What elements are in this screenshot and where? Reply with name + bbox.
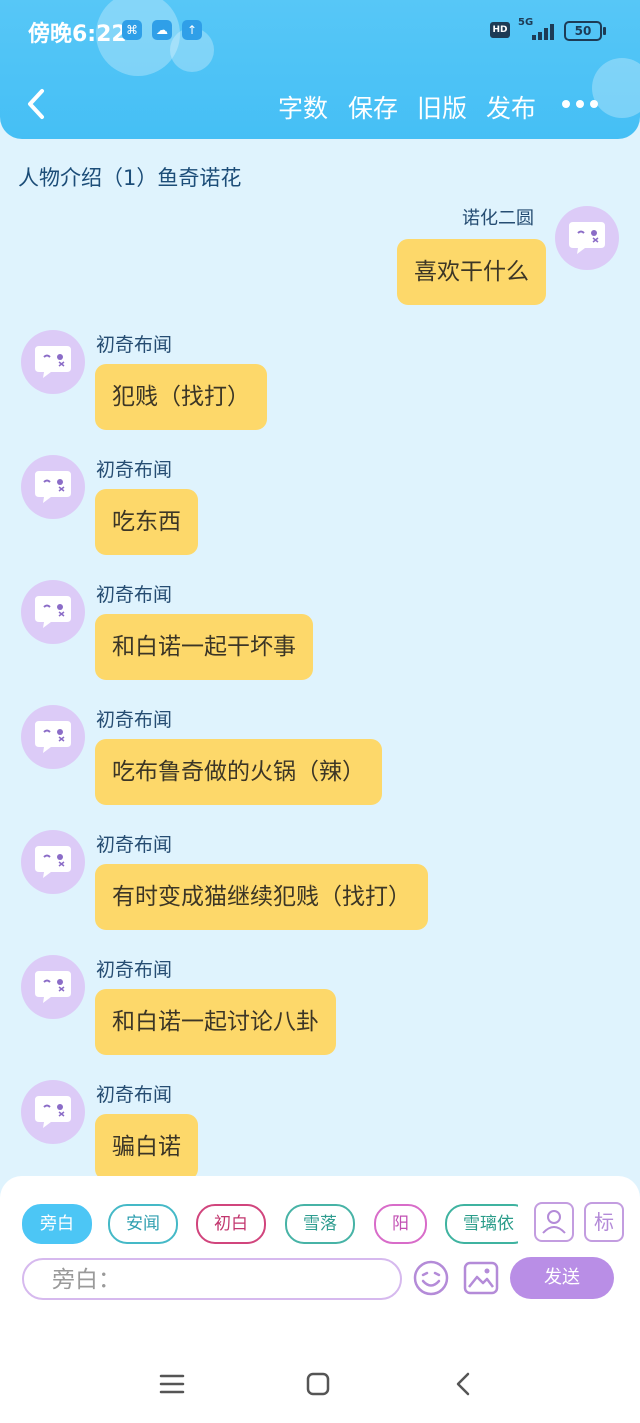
character-chip-row[interactable]: 旁白 安闻 初白 雪落 阳 雪璃依 (0, 1176, 518, 1256)
app-header: 傍晚6:22 ⌘ ☁ ↑ HD 5G 50 字数 保存 旧版 发布 (0, 0, 640, 139)
signal-app-icon: ⌘ (122, 20, 142, 40)
chat-face-icon (35, 1096, 71, 1128)
system-navigation-bar (0, 1348, 640, 1423)
composer-panel: 旁白 安闻 初白 雪落 阳 雪璃依 标 发送 (0, 1176, 640, 1348)
upload-icon: ↑ (182, 20, 202, 40)
avatar[interactable] (555, 206, 619, 270)
sender-name: 初奇布闻 (96, 709, 173, 731)
more-dots-icon[interactable] (562, 100, 598, 110)
old-version-button[interactable]: 旧版 (417, 89, 467, 125)
back-icon[interactable] (448, 1368, 480, 1400)
chat-face-icon (35, 471, 71, 503)
back-button[interactable] (22, 84, 52, 124)
message-bubble[interactable]: 骗白诺 (95, 1114, 198, 1180)
avatar[interactable] (21, 330, 85, 394)
emoji-icon[interactable] (412, 1259, 450, 1297)
back-chevron-icon (28, 89, 44, 119)
character-chip-active[interactable]: 旁白 (22, 1204, 92, 1244)
person-card-icon[interactable] (534, 1202, 574, 1242)
chat-face-icon (35, 971, 71, 1003)
decor-bubble (592, 58, 640, 118)
character-chip[interactable]: 雪璃依 (445, 1204, 518, 1244)
avatar[interactable] (21, 580, 85, 644)
page-title: 人物介绍（1）鱼奇诺花 (18, 166, 242, 190)
message-bubble[interactable]: 有时变成猫继续犯贱（找打） (95, 864, 428, 930)
avatar[interactable] (21, 955, 85, 1019)
image-icon[interactable] (462, 1259, 500, 1297)
avatar[interactable] (21, 455, 85, 519)
character-chip[interactable]: 阳 (374, 1204, 427, 1244)
character-chip[interactable]: 雪落 (285, 1204, 355, 1244)
character-chip[interactable]: 安闻 (108, 1204, 178, 1244)
sender-name: 初奇布闻 (96, 459, 173, 481)
menu-icon[interactable] (156, 1368, 188, 1400)
save-button[interactable]: 保存 (348, 89, 398, 125)
sender-name: 初奇布闻 (96, 834, 173, 856)
home-square-icon[interactable] (302, 1368, 334, 1400)
message-bubble[interactable]: 喜欢干什么 (397, 239, 546, 305)
avatar[interactable] (21, 705, 85, 769)
cloud-icon: ☁ (152, 20, 172, 40)
message-bubble[interactable]: 吃东西 (95, 489, 198, 555)
sender-name: 初奇布闻 (96, 334, 173, 356)
message-bubble[interactable]: 吃布鲁奇做的火锅（辣） (95, 739, 382, 805)
sender-name: 初奇布闻 (96, 959, 173, 981)
chat-face-icon (35, 346, 71, 378)
message-bubble[interactable]: 和白诺一起干坏事 (95, 614, 313, 680)
sender-name: 诺化二圆 (462, 208, 534, 229)
send-button[interactable]: 发送 (510, 1257, 614, 1299)
chat-face-icon (35, 596, 71, 628)
message-bubble[interactable]: 犯贱（找打） (95, 364, 267, 430)
chat-face-icon (35, 721, 71, 753)
publish-button[interactable]: 发布 (486, 89, 536, 125)
sender-name: 初奇布闻 (96, 1084, 173, 1106)
hd-badge: HD (490, 22, 510, 38)
tag-button[interactable]: 标 (584, 1202, 624, 1242)
message-input-wrapper (22, 1258, 402, 1300)
character-chip[interactable]: 初白 (196, 1204, 266, 1244)
avatar[interactable] (21, 830, 85, 894)
battery-icon: 50 (564, 21, 606, 41)
chat-face-icon (569, 222, 605, 254)
word-count-button[interactable]: 字数 (278, 89, 328, 125)
signal-strength-icon (528, 22, 556, 40)
message-input[interactable] (50, 1260, 394, 1300)
sender-name: 初奇布闻 (96, 584, 173, 606)
avatar[interactable] (21, 1080, 85, 1144)
chat-face-icon (35, 846, 71, 878)
message-bubble[interactable]: 和白诺一起讨论八卦 (95, 989, 336, 1055)
status-time: 傍晚6:22 (28, 22, 127, 47)
